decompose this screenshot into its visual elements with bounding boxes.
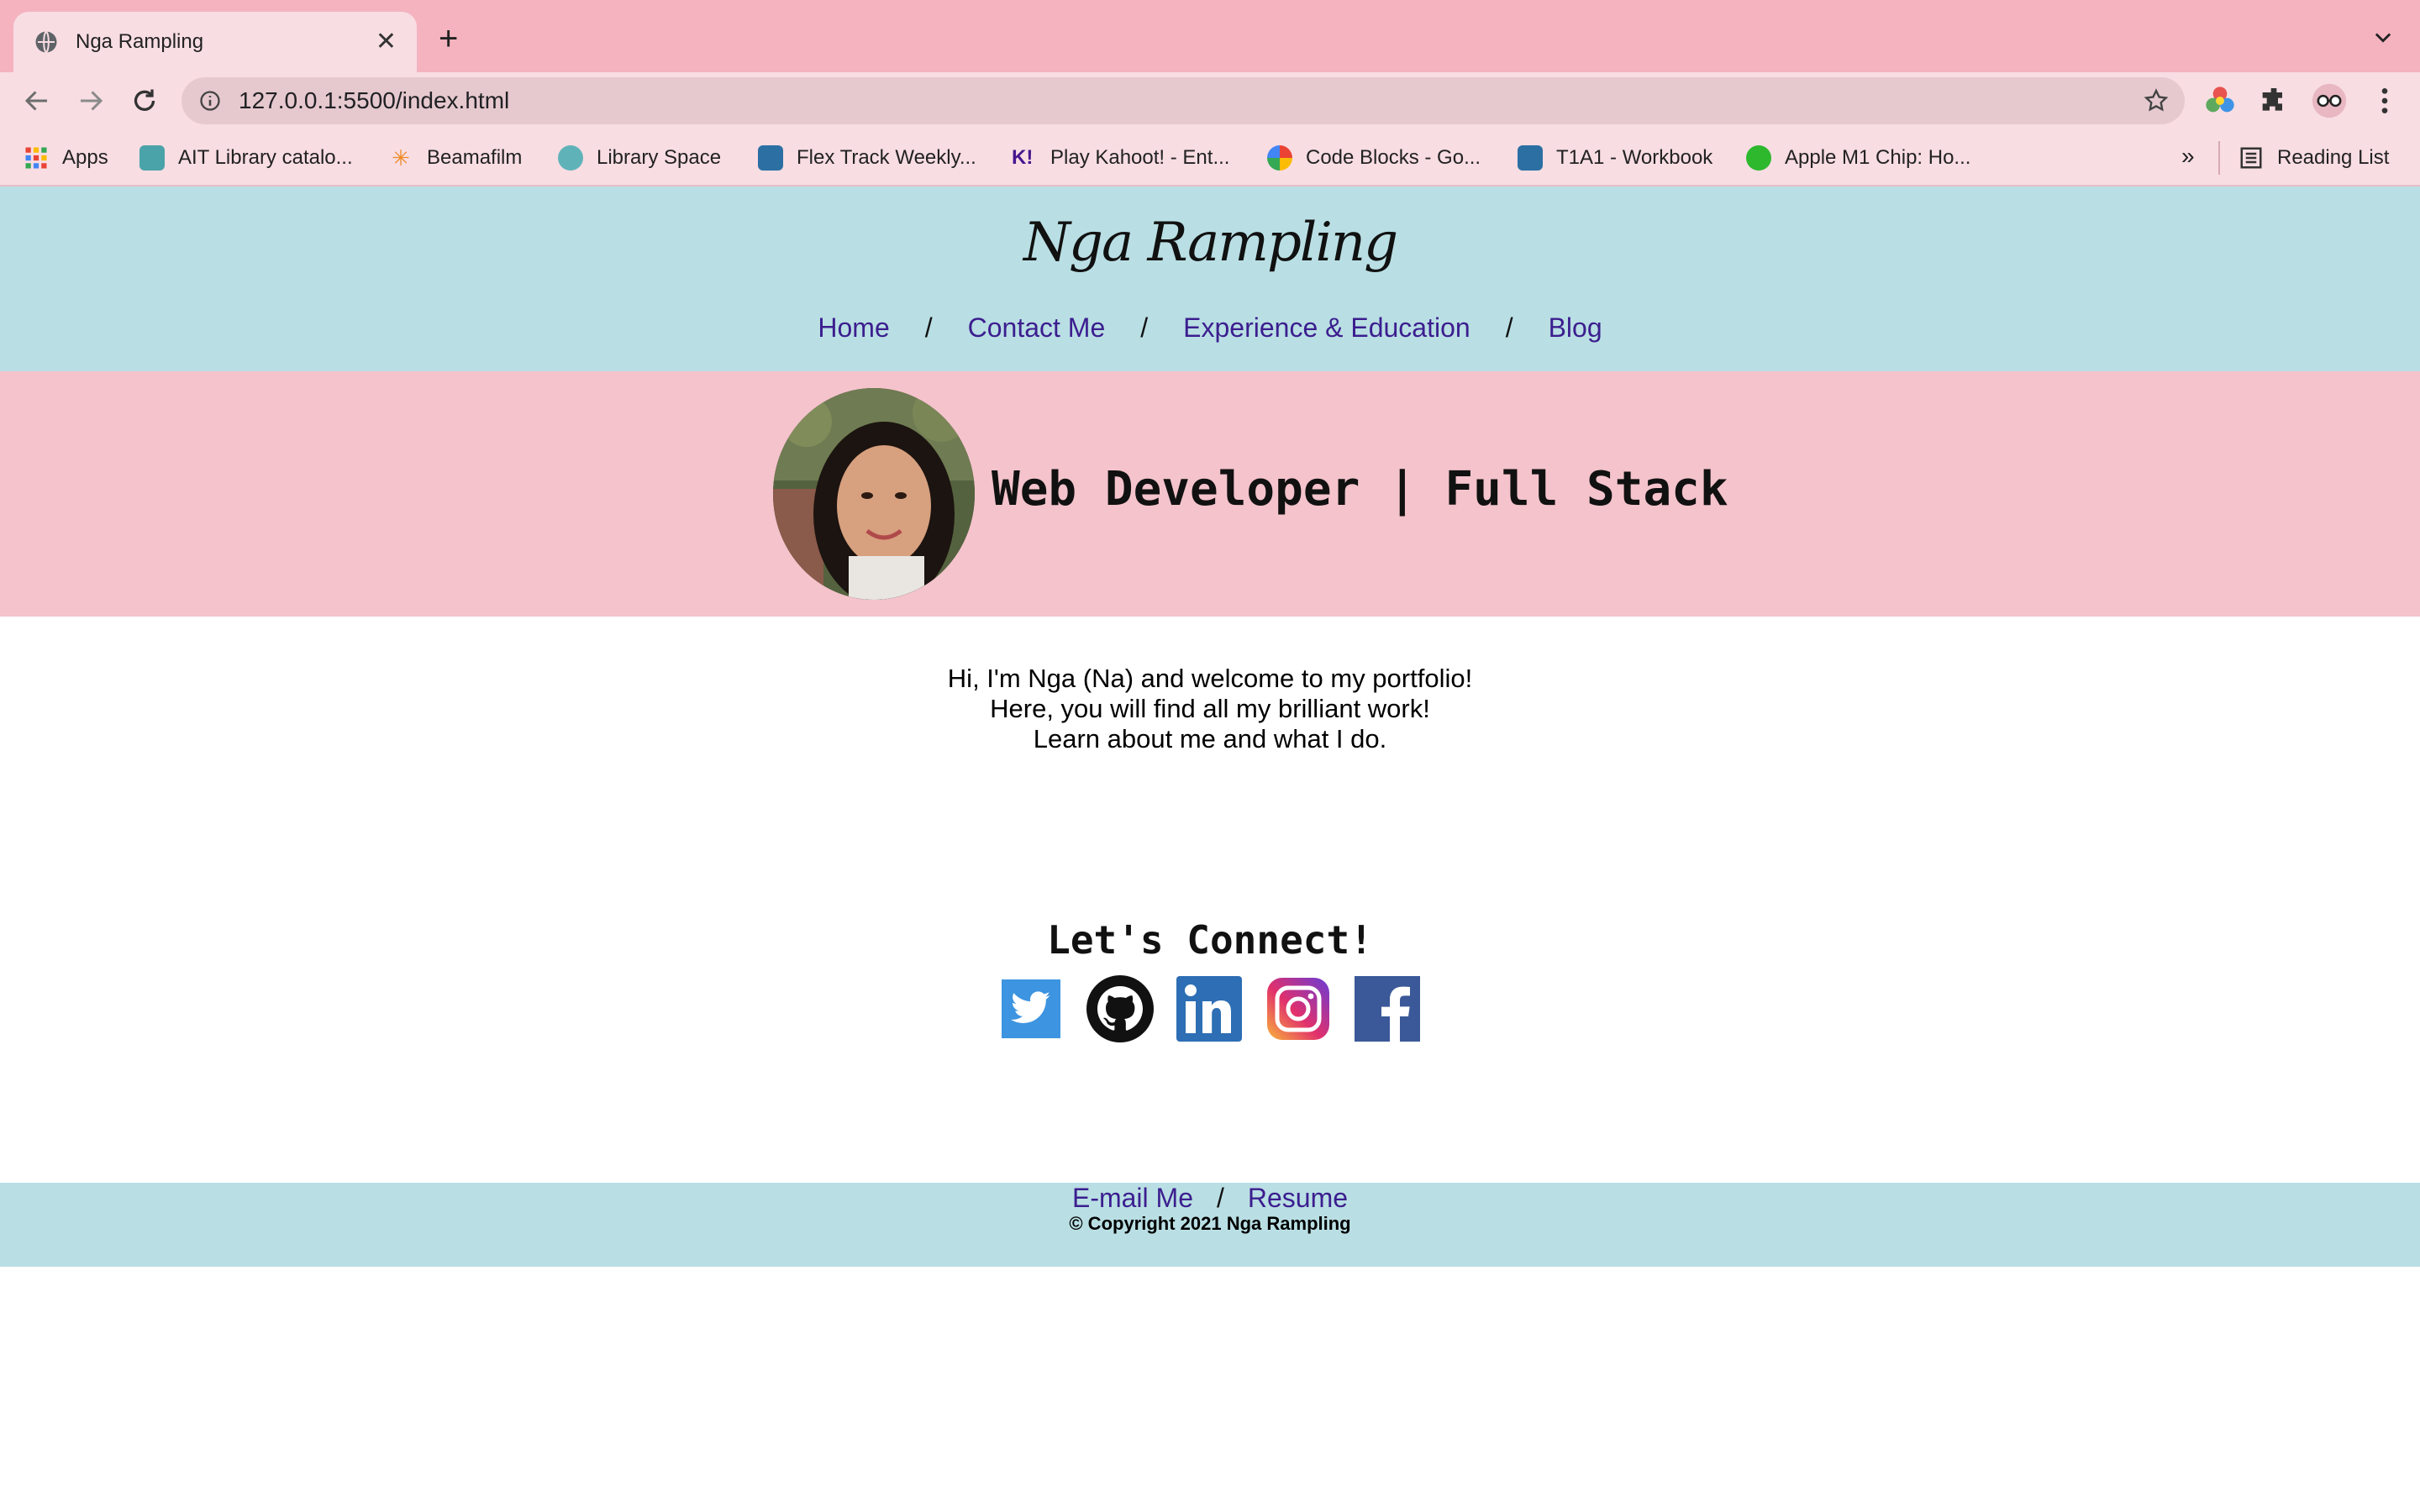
connect-heading: Let's Connect! <box>1047 917 1373 963</box>
site-header: Nga Rampling Home / Contact Me / Experie… <box>0 186 2420 371</box>
apps-grid-icon <box>25 147 47 169</box>
resume-link[interactable]: Resume <box>1248 1183 1348 1214</box>
bookmark-label: Code Blocks - Go... <box>1306 146 1481 169</box>
bookmark-label: AIT Library catalo... <box>178 146 353 169</box>
forward-icon[interactable] <box>76 86 106 116</box>
facebook-icon[interactable] <box>1353 974 1422 1043</box>
bookmark-ait-library[interactable]: AIT Library catalo... <box>139 144 353 171</box>
reading-list-icon <box>2240 147 2262 169</box>
bookmark-apps[interactable]: Apps <box>24 144 108 171</box>
hero-banner: Web Developer | Full Stack <box>0 371 2420 617</box>
globe-icon <box>35 30 57 54</box>
hero-title: Web Developer | Full Stack <box>992 462 1728 517</box>
tab-title: Nga Rampling <box>76 30 204 53</box>
bookmarks-bar: Apps AIT Library catalo... ✳ Beamafilm L… <box>0 129 2420 186</box>
ait-favicon-icon <box>139 145 165 171</box>
linkedin-icon[interactable] <box>1175 974 1244 1043</box>
intro-line: Here, you will find all my brilliant wor… <box>990 694 1430 723</box>
intro-line: Learn about me and what I do. <box>1033 724 1387 753</box>
asterisk-favicon-icon: ✳ <box>392 145 410 171</box>
profile-avatar-icon[interactable] <box>2311 82 2348 119</box>
bookmarks-divider <box>2218 141 2220 175</box>
bookmark-apple-m1[interactable]: Apple M1 Chip: Ho... <box>1746 144 1970 171</box>
intro-text: Hi, I'm Nga (Na) and welcome to my portf… <box>0 664 2420 754</box>
twitter-icon[interactable] <box>1000 974 1069 1043</box>
site-logo[interactable]: Nga Rampling <box>0 212 2420 274</box>
reload-icon[interactable] <box>129 86 160 116</box>
close-tab-icon[interactable]: ✕ <box>376 29 397 55</box>
nav-separator: / <box>1505 312 1513 343</box>
back-icon[interactable] <box>22 86 52 116</box>
profile-photo <box>773 388 975 600</box>
nav-home-link[interactable]: Home <box>818 312 889 344</box>
reading-list-button[interactable]: Reading List <box>2238 144 2389 171</box>
bookmark-star-icon[interactable] <box>2143 87 2170 114</box>
url-text: 127.0.0.1:5500/index.html <box>239 87 510 113</box>
github-icon[interactable] <box>1086 974 1155 1043</box>
chevron-down-icon[interactable] <box>2371 25 2395 49</box>
green-favicon-icon <box>1746 145 1771 171</box>
bookmark-label: Play Kahoot! - Ent... <box>1050 146 1230 169</box>
bookmark-flex-track[interactable]: Flex Track Weekly... <box>758 144 976 171</box>
browser-tab-strip: Nga Rampling ✕ + <box>0 0 2420 72</box>
bookmark-label: Beamafilm <box>427 146 523 169</box>
canvas-favicon-icon <box>758 145 783 171</box>
site-info-icon[interactable] <box>198 89 222 113</box>
nav-contact-link[interactable]: Contact Me <box>968 312 1106 344</box>
bookmark-t1a1[interactable]: T1A1 - Workbook <box>1518 144 1712 171</box>
bookmark-beamafilm[interactable]: ✳ Beamafilm <box>388 144 522 171</box>
color-extension-icon[interactable] <box>2203 84 2237 118</box>
bookmark-label: Apple M1 Chip: Ho... <box>1785 146 1971 169</box>
nav-experience-link[interactable]: Experience & Education <box>1183 312 1470 344</box>
nav-separator: / <box>924 312 933 343</box>
instagram-icon[interactable] <box>1264 974 1333 1043</box>
address-bar[interactable]: 127.0.0.1:5500/index.html <box>182 77 2185 124</box>
profile-photo-illustration <box>773 388 975 600</box>
copyright-text: © Copyright 2021 Nga Rampling <box>1069 1213 1351 1234</box>
footer-links: E-mail Me / Resume <box>0 1183 2420 1214</box>
more-bookmarks-button[interactable]: » <box>2181 143 2195 170</box>
reading-list-label: Reading List <box>2277 146 2390 169</box>
bookmark-label: Apps <box>62 146 108 169</box>
main-nav: Home / Contact Me / Experience & Educati… <box>0 312 2420 344</box>
footer-separator: / <box>1216 1183 1224 1213</box>
ait-favicon-icon <box>558 145 583 171</box>
extensions-icon[interactable] <box>2257 84 2291 118</box>
bookmark-kahoot[interactable]: K! Play Kahoot! - Ent... <box>1012 144 1229 171</box>
email-link[interactable]: E-mail Me <box>1072 1183 1193 1214</box>
bookmark-library-space[interactable]: Library Space <box>558 144 721 171</box>
bookmark-label: Flex Track Weekly... <box>797 146 976 169</box>
browser-tab[interactable]: Nga Rampling ✕ <box>13 12 417 72</box>
bookmark-code-blocks[interactable]: Code Blocks - Go... <box>1267 144 1481 171</box>
kahoot-favicon-icon: K! <box>1012 146 1034 169</box>
new-tab-button[interactable]: + <box>439 22 458 55</box>
site-footer: E-mail Me / Resume © Copyright 2021 Nga … <box>0 1183 2420 1267</box>
nav-blog-link[interactable]: Blog <box>1549 312 1602 344</box>
canvas-favicon-icon <box>1518 145 1543 171</box>
more-menu-icon[interactable] <box>2368 84 2402 118</box>
bookmark-label: T1A1 - Workbook <box>1556 146 1713 169</box>
google-favicon-icon <box>1267 145 1292 171</box>
bookmark-label: Library Space <box>597 146 722 169</box>
intro-line: Hi, I'm Nga (Na) and welcome to my portf… <box>947 664 1473 693</box>
nav-separator: / <box>1140 312 1149 343</box>
